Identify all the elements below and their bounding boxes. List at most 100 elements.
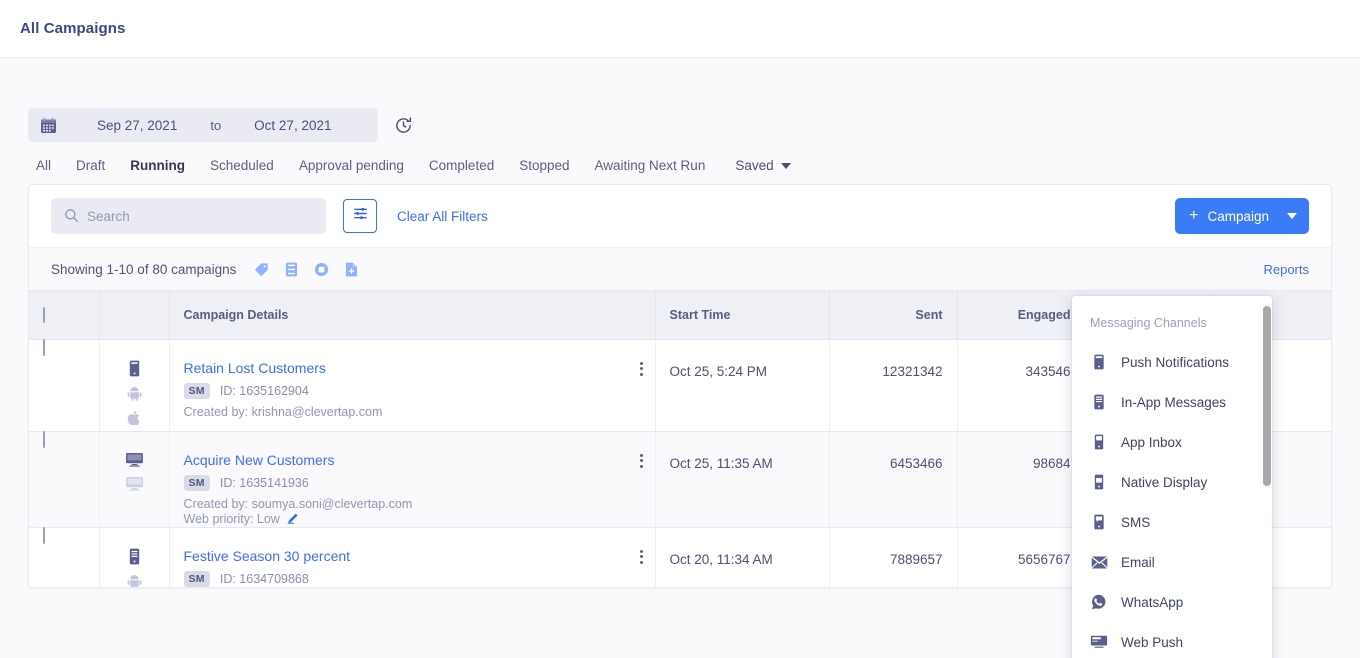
in-app-icon xyxy=(127,548,142,568)
edit-pencil-icon[interactable] xyxy=(287,511,300,527)
campaign-creator: Created by: soumya.soni@clevertap.com xyxy=(183,496,413,511)
desktop-icon xyxy=(125,452,144,470)
start-time-header[interactable]: Start Time xyxy=(655,291,830,340)
tab-all[interactable]: All xyxy=(36,158,51,173)
date-end[interactable]: Oct 27, 2021 xyxy=(254,118,331,133)
campaign-creator: Created by: krishna@clevertap.com xyxy=(183,404,383,419)
apple-icon xyxy=(127,410,141,429)
campaign-web-priority: Web priority: Low xyxy=(184,511,641,527)
select-all-checkbox[interactable] xyxy=(43,306,45,323)
channel-label: Push Notifications xyxy=(1121,354,1230,370)
campaign-details-header[interactable]: Campaign Details xyxy=(169,291,656,340)
row-channel-cell xyxy=(99,527,170,587)
row-select-cell xyxy=(29,526,100,587)
channel-menu-scrollbar[interactable] xyxy=(1263,296,1271,658)
tab-approval-pending[interactable]: Approval pending xyxy=(299,158,404,173)
showing-bar-actions xyxy=(254,262,358,277)
date-range-picker[interactable]: Sep 27, 2021 to Oct 27, 2021 xyxy=(28,108,378,142)
campaign-name-link[interactable]: Festive Season 30 percent xyxy=(184,548,641,564)
campaign-name-link[interactable]: Retain Lost Customers xyxy=(184,360,641,376)
search-icon xyxy=(64,208,79,228)
tag-icon[interactable] xyxy=(254,262,269,277)
row-sent: 12321342 xyxy=(829,339,958,432)
row-start-time: Oct 25, 11:35 AM xyxy=(655,431,830,528)
page-header: All Campaigns xyxy=(0,0,1360,58)
sent-header[interactable]: Sent xyxy=(829,291,958,340)
channel-item-native-display[interactable]: Native Display xyxy=(1072,462,1272,502)
plus-icon: + xyxy=(1189,207,1199,224)
channel-label: App Inbox xyxy=(1121,434,1182,450)
row-engaged: 5656767 xyxy=(957,527,1086,587)
search-input[interactable] xyxy=(87,208,326,224)
create-campaign-button[interactable]: + Campaign xyxy=(1175,198,1309,234)
messaging-channels-heading: Messaging Channels xyxy=(1090,316,1207,330)
row-checkbox[interactable] xyxy=(43,430,45,448)
campaigns-toolbar: Clear All Filters + Campaign xyxy=(29,185,1331,247)
refresh-clock-icon[interactable] xyxy=(394,116,413,135)
row-checkbox[interactable] xyxy=(43,338,45,356)
tab-draft[interactable]: Draft xyxy=(76,158,105,173)
showing-bar: Showing 1-10 of 80 campaigns Reports xyxy=(29,247,1331,291)
page-title: All Campaigns xyxy=(20,20,126,37)
channel-item-in-app-messages[interactable]: In-App Messages xyxy=(1072,382,1272,422)
in-app-message-icon xyxy=(1090,394,1108,410)
android-icon xyxy=(127,574,142,587)
saved-views-label: Saved xyxy=(735,158,774,173)
row-actions-menu-icon[interactable] xyxy=(639,549,643,564)
channel-label: Email xyxy=(1121,554,1155,570)
showing-count-text: Showing 1-10 of 80 campaigns xyxy=(51,261,237,277)
channel-item-push-notifications[interactable]: Push Notifications xyxy=(1072,342,1272,382)
clear-all-filters-link[interactable]: Clear All Filters xyxy=(397,209,488,224)
tab-scheduled[interactable]: Scheduled xyxy=(210,158,274,173)
calendar-icon xyxy=(40,117,57,134)
channel-item-email[interactable]: Email xyxy=(1072,542,1272,582)
messaging-channels-menu: Messaging Channels Push Notifications In… xyxy=(1072,296,1272,658)
row-actions-menu-icon[interactable] xyxy=(639,361,643,376)
campaign-id: ID: 1634709868 xyxy=(219,571,309,586)
campaign-name-link[interactable]: Acquire New Customers xyxy=(184,452,641,468)
search-box[interactable] xyxy=(51,198,326,234)
row-checkbox[interactable] xyxy=(43,526,45,544)
desktop-secondary-icon xyxy=(125,476,144,494)
channel-item-sms[interactable]: SMS xyxy=(1072,502,1272,542)
sm-badge: SM xyxy=(183,382,210,399)
status-filter-tabs: All Draft Running Scheduled Approval pen… xyxy=(28,158,1332,173)
web-priority-label: Web priority: Low xyxy=(183,511,280,526)
sm-badge: SM xyxy=(183,474,210,491)
date-range-row: Sep 27, 2021 to Oct 27, 2021 xyxy=(28,58,1332,142)
row-engaged: 98684 xyxy=(957,431,1086,528)
sm-badge: SM xyxy=(183,570,210,587)
saved-views-dropdown[interactable]: Saved xyxy=(735,158,791,173)
tab-stopped[interactable]: Stopped xyxy=(519,158,569,173)
list-server-icon[interactable] xyxy=(285,262,298,277)
row-select-cell xyxy=(29,338,100,432)
tab-completed[interactable]: Completed xyxy=(429,158,494,173)
channel-item-whatsapp[interactable]: WhatsApp xyxy=(1072,582,1272,622)
campaign-id: ID: 1635162904 xyxy=(219,383,309,398)
tab-awaiting-next-run[interactable]: Awaiting Next Run xyxy=(595,158,706,173)
campaign-meta: SM ID: 1635162904 xyxy=(183,382,641,399)
row-sent: 7889657 xyxy=(829,527,958,587)
chevron-down-icon xyxy=(780,162,791,169)
row-channel-cell xyxy=(99,339,170,432)
channel-item-web-push[interactable]: Web Push xyxy=(1072,622,1272,658)
tab-running[interactable]: Running xyxy=(130,158,185,173)
row-start-time: Oct 25, 5:24 PM xyxy=(655,339,830,432)
app-inbox-icon xyxy=(1090,434,1108,450)
file-plus-icon[interactable] xyxy=(345,262,358,277)
scrollbar-thumb[interactable] xyxy=(1263,306,1271,486)
filter-button[interactable] xyxy=(343,199,377,233)
stop-circle-icon[interactable] xyxy=(314,262,329,277)
reports-link[interactable]: Reports xyxy=(1263,262,1309,277)
chevron-down-icon[interactable] xyxy=(1287,213,1297,219)
channel-item-app-inbox[interactable]: App Inbox xyxy=(1072,422,1272,462)
date-start[interactable]: Sep 27, 2021 xyxy=(97,118,177,133)
row-start-time: Oct 20, 11:34 AM xyxy=(655,527,830,587)
engaged-header[interactable]: Engaged xyxy=(957,291,1086,340)
row-engaged: 343546 xyxy=(957,339,1086,432)
channel-label: Native Display xyxy=(1121,474,1208,490)
channel-label: Web Push xyxy=(1121,634,1184,650)
row-actions-menu-icon[interactable] xyxy=(639,453,643,468)
channel-label: WhatsApp xyxy=(1121,594,1184,610)
android-icon xyxy=(127,386,142,404)
